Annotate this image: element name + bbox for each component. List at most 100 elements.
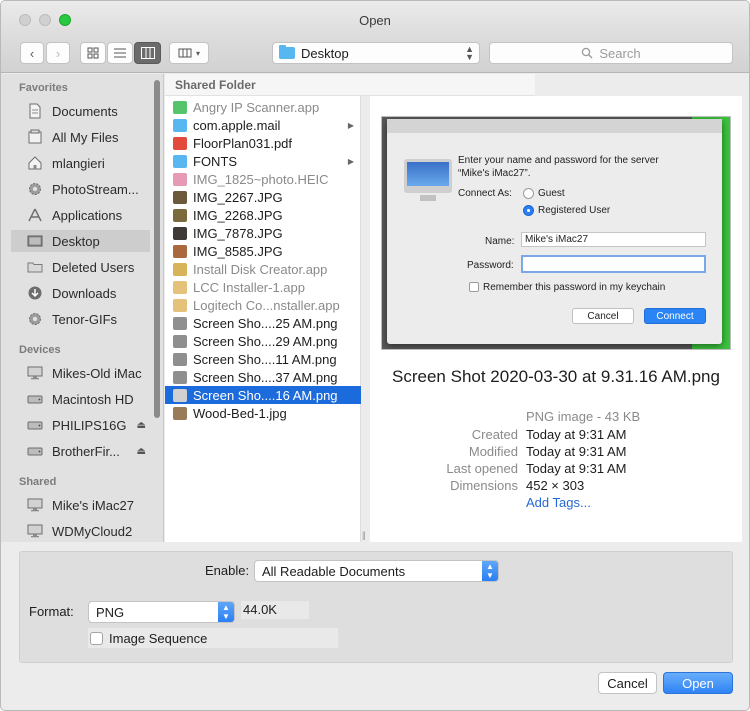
updown-arrows-icon: ▲ ▼ xyxy=(218,602,234,622)
guest-label: Guest xyxy=(538,188,565,199)
sidebar-item-wdmycloud2[interactable]: WDMyCloud2 xyxy=(11,520,150,542)
list-item[interactable]: Screen Sho....25 AM.png xyxy=(165,314,361,332)
list-item[interactable]: Wood-Bed-1.jpg xyxy=(165,404,361,422)
image-sequence-checkbox-row[interactable]: Image Sequence xyxy=(88,628,338,648)
file-name: com.apple.mail xyxy=(193,117,281,133)
modified-value: Today at 9:31 AM xyxy=(526,444,627,459)
list-item[interactable]: FloorPlan031.pdf xyxy=(165,134,361,152)
last-opened-value: Today at 9:31 AM xyxy=(526,461,627,476)
column-resize-handle[interactable]: || xyxy=(362,530,366,540)
sidebar-item-label: PHILIPS16G xyxy=(52,417,127,433)
list-item[interactable]: Screen Sho....16 AM.png xyxy=(165,386,361,404)
image-sequence-checkbox[interactable] xyxy=(90,631,103,645)
disclosure-arrow-icon: ▶ xyxy=(347,120,354,130)
window-title: Open xyxy=(359,13,391,28)
file-name: IMG_2268.JPG xyxy=(193,207,283,223)
sidebar-item-mikes-old-imac[interactable]: Mikes-Old iMac xyxy=(11,362,150,384)
format-popup[interactable]: PNG ▲ ▼ xyxy=(88,601,235,623)
sidebar-item-downloads[interactable]: Downloads xyxy=(11,282,150,304)
icon-view-button[interactable] xyxy=(80,42,106,64)
guest-radio xyxy=(523,188,534,199)
dimensions-value: 452 × 303 xyxy=(526,478,585,493)
options-panel: Enable: All Readable Documents ▲ ▼ Format… xyxy=(19,551,733,663)
sidebar-item-deleted-users[interactable]: Deleted Users xyxy=(11,256,150,278)
name-field: Mike's iMac27 xyxy=(521,232,706,247)
list-item[interactable]: IMG_1825~photo.HEIC xyxy=(165,170,361,188)
format-value: PNG xyxy=(96,604,125,620)
column-view-icon xyxy=(140,47,155,59)
sidebar-item-philips16g[interactable]: PHILIPS16G ⏏ xyxy=(11,414,150,436)
list-view-icon xyxy=(114,48,126,58)
folder-icon xyxy=(173,118,187,132)
dialog-prompt-line1: Enter your name and password for the ser… xyxy=(458,155,659,166)
toolbar: ‹ › ▾ Desktop ▲ ▼ Search xyxy=(1,37,749,73)
list-item[interactable]: FONTS ▶ xyxy=(165,152,361,170)
file-name: Wood-Bed-1.jpg xyxy=(193,405,287,421)
search-icon xyxy=(582,47,593,59)
search-field[interactable]: Search xyxy=(489,42,733,64)
list-item[interactable]: com.apple.mail ▶ xyxy=(165,116,361,134)
add-tags-link[interactable]: Add Tags... xyxy=(526,495,591,510)
eject-icon[interactable]: ⏏ xyxy=(137,420,146,431)
location-popup[interactable]: Desktop ▲ ▼ xyxy=(272,42,480,64)
sidebar: Favorites Documents All My Files mlangieri P… xyxy=(1,74,164,542)
open-button[interactable]: Open xyxy=(663,672,733,694)
dialog-cancel-button: Cancel xyxy=(572,308,634,324)
list-item[interactable]: LCC Installer-1.app xyxy=(165,278,361,296)
sidebar-item-tenor-gifs[interactable]: Tenor-GIFs xyxy=(11,308,150,330)
back-button[interactable]: ‹ xyxy=(20,42,44,64)
chevron-left-icon: ‹ xyxy=(29,45,35,61)
eject-icon[interactable]: ⏏ xyxy=(137,446,146,457)
list-item[interactable]: Install Disk Creator.app xyxy=(165,260,361,278)
list-item[interactable]: IMG_8585.JPG xyxy=(165,242,361,260)
sidebar-item-mike-s-imac27[interactable]: Mike's iMac27 xyxy=(11,494,150,516)
list-view-button[interactable] xyxy=(107,42,133,64)
list-item[interactable]: Logitech Co...nstaller.app xyxy=(165,296,361,314)
drive-icon xyxy=(27,443,45,459)
file-name: Screen Sho....16 AM.png xyxy=(193,387,338,403)
file-icon xyxy=(173,226,187,240)
sidebar-item-desktop[interactable]: Desktop xyxy=(11,230,150,252)
last-opened-label: Last opened xyxy=(446,461,518,476)
list-item[interactable]: Screen Sho....11 AM.png xyxy=(165,350,361,368)
forward-button[interactable]: › xyxy=(46,42,70,64)
enable-popup[interactable]: All Readable Documents ▲ ▼ xyxy=(254,560,499,582)
list-item[interactable]: Screen Sho....29 AM.png xyxy=(165,332,361,350)
sidebar-scrollbar[interactable] xyxy=(154,80,160,418)
file-icon xyxy=(173,190,187,204)
sidebar-item-photostream[interactable]: PhotoStream... xyxy=(11,178,150,200)
open-dialog-window: Open ‹ › ▾ Desktop ▲ ▼ Search Favorites … xyxy=(0,0,750,711)
file-name: Screen Sho....37 AM.png xyxy=(193,369,338,385)
connect-as-label: Connect As: xyxy=(458,188,512,199)
password-label: Password: xyxy=(467,260,514,271)
sidebar-item-macintosh-hd[interactable]: Macintosh HD xyxy=(11,388,150,410)
column-view-button[interactable] xyxy=(134,42,161,64)
applications-icon xyxy=(27,207,45,223)
file-icon xyxy=(173,370,187,384)
chevron-down-icon: ▾ xyxy=(195,48,200,58)
thumbnail-login-dialog: Enter your name and password for the ser… xyxy=(387,119,722,344)
file-name: IMG_1825~photo.HEIC xyxy=(193,171,329,187)
group-by-button[interactable]: ▾ xyxy=(169,42,209,64)
list-item[interactable]: IMG_2267.JPG xyxy=(165,188,361,206)
cancel-button[interactable]: Cancel xyxy=(598,672,657,694)
sidebar-item-all-my-files[interactable]: All My Files xyxy=(11,126,150,148)
sidebar-item-label: Macintosh HD xyxy=(52,391,134,407)
file-name: Screen Sho....29 AM.png xyxy=(193,333,338,349)
sidebar-item-applications[interactable]: Applications xyxy=(11,204,150,226)
sidebar-item-label: PhotoStream... xyxy=(52,181,139,197)
sidebar-item-brotherfir[interactable]: BrotherFir... ⏏ xyxy=(11,440,150,462)
registered-radio xyxy=(523,205,534,216)
file-name: Logitech Co...nstaller.app xyxy=(193,297,340,313)
list-item[interactable]: IMG_2268.JPG xyxy=(165,206,361,224)
sidebar-item-label: Downloads xyxy=(52,285,117,301)
sidebar-item-documents[interactable]: Documents xyxy=(11,100,150,122)
list-item[interactable]: Angry IP Scanner.app xyxy=(165,98,361,116)
remember-checkbox xyxy=(469,282,479,292)
file-icon xyxy=(173,136,187,150)
dialog-connect-button: Connect xyxy=(644,308,706,324)
list-item[interactable]: Screen Sho....37 AM.png xyxy=(165,368,361,386)
list-item[interactable]: IMG_7878.JPG xyxy=(165,224,361,242)
sidebar-item-mlangieri[interactable]: mlangieri xyxy=(11,152,150,174)
favorites-header: Favorites xyxy=(19,82,68,94)
